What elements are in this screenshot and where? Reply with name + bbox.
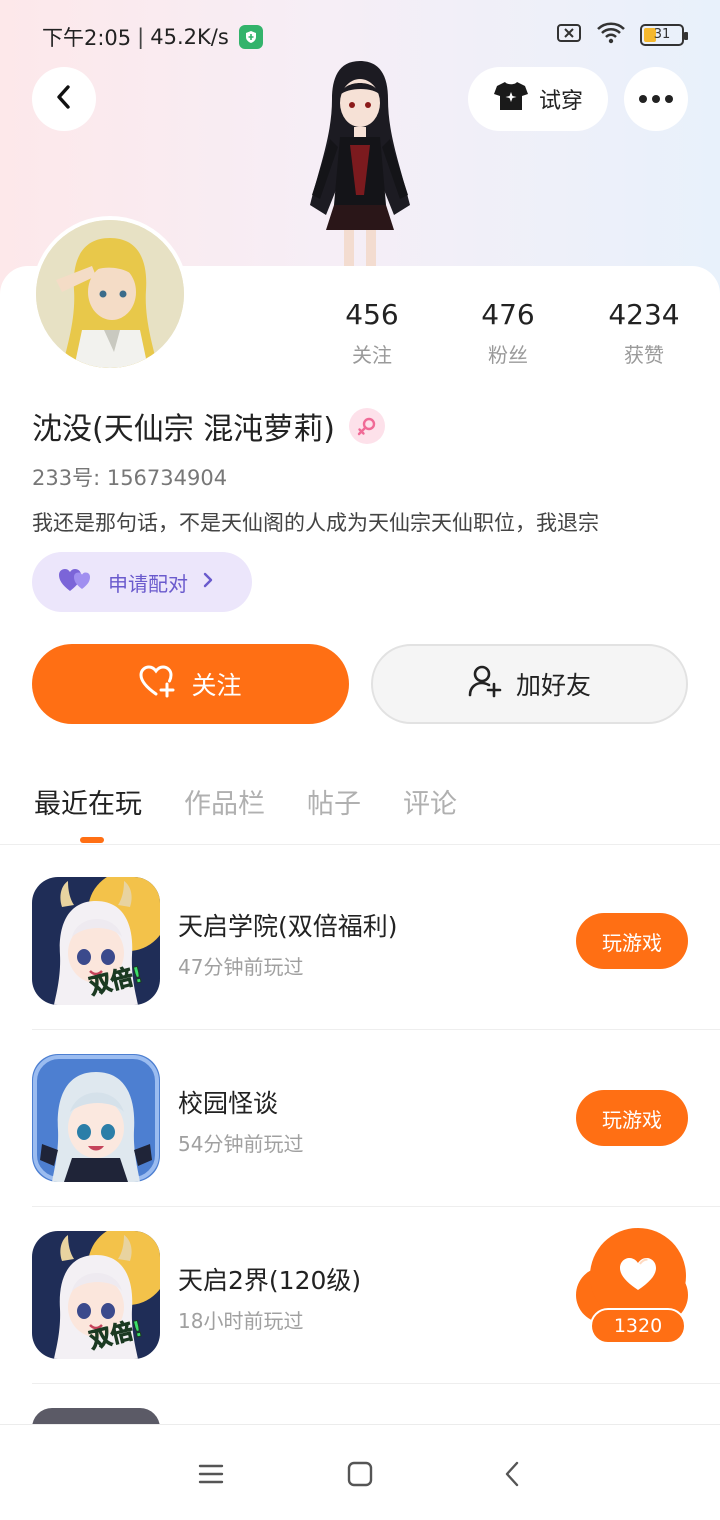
game-list-item[interactable]: 双倍! 天启2界(120级) 18小时前玩过 玩游戏	[32, 1231, 688, 1359]
game-last-played: 47分钟前玩过	[178, 955, 304, 979]
follow-label: 关注	[191, 671, 242, 700]
tshirt-icon	[493, 80, 529, 118]
battery-icon: 31	[640, 24, 688, 46]
game-icon[interactable]	[32, 1054, 160, 1182]
status-right: 31	[556, 22, 688, 48]
followers-label: 粉丝	[488, 343, 528, 367]
avatar[interactable]	[32, 216, 188, 372]
request-pair-button[interactable]: 申请配对	[32, 552, 252, 612]
tab-posts[interactable]: 帖子	[307, 782, 361, 821]
request-pair-label: 申请配对	[108, 571, 188, 596]
back-nav-icon[interactable]	[497, 1459, 527, 1489]
back-button[interactable]	[32, 67, 96, 131]
tab-works[interactable]: 作品栏	[184, 782, 265, 821]
profile-tabs: 最近在玩 作品栏 帖子 评论	[34, 782, 457, 821]
network-speed: 45.2K/s	[150, 25, 229, 49]
status-separator: |	[137, 25, 145, 49]
chevron-left-icon	[52, 83, 76, 115]
stat-followers[interactable]: 476 粉丝	[448, 298, 568, 368]
status-time: 下午2:05	[42, 26, 132, 50]
more-dot	[652, 95, 660, 103]
game-name: 天启2界(120级)	[178, 1266, 362, 1295]
tab-recently-played[interactable]: 最近在玩	[34, 782, 142, 821]
username: 沈没(天仙宗 混沌萝莉)	[32, 404, 385, 448]
followers-count: 476	[481, 298, 535, 331]
game-name: 天启学院(双倍福利)	[178, 912, 398, 941]
add-friend-label: 加好友	[515, 671, 591, 700]
stat-likes[interactable]: 4234 获赞	[584, 298, 704, 368]
play-game-button[interactable]: 玩游戏	[576, 913, 688, 969]
row-divider	[32, 1383, 720, 1384]
game-icon[interactable]: 双倍!	[32, 1231, 160, 1359]
following-label: 关注	[352, 343, 392, 367]
stat-following[interactable]: 456 关注	[312, 298, 432, 368]
game-list-item[interactable]: 校园怪谈 54分钟前玩过 玩游戏	[32, 1054, 688, 1182]
chevron-right-icon	[202, 570, 214, 594]
username-text: 沈没(天仙宗 混沌萝莉)	[32, 412, 335, 447]
game-list-item[interactable]: 双倍! 天启学院(双倍福利) 47分钟前玩过 玩游戏	[32, 877, 688, 1005]
game-last-played: 18小时前玩过	[178, 1309, 304, 1333]
likes-label: 获赞	[624, 343, 664, 367]
user-bio: 我还是那句话，不是天仙阁的人成为天仙宗天仙职位，我退宗	[32, 511, 599, 535]
more-options-button[interactable]	[624, 67, 688, 131]
menu-icon[interactable]	[196, 1459, 226, 1489]
user-id: 233号: 156734904	[32, 466, 228, 490]
heart-icon	[618, 1256, 658, 1296]
more-dot	[665, 95, 673, 103]
system-navigation-bar	[0, 1424, 720, 1520]
game-name: 校园怪谈	[178, 1089, 279, 1118]
female-icon	[348, 408, 385, 444]
tabs-divider	[0, 844, 720, 845]
home-icon[interactable]	[345, 1459, 375, 1489]
tab-comments[interactable]: 评论	[403, 782, 457, 821]
row-divider	[32, 1029, 720, 1030]
follow-button[interactable]: 关注	[32, 644, 349, 724]
battery-level: 31	[653, 27, 671, 42]
heart-plus-icon	[139, 664, 177, 704]
row-divider	[32, 1206, 720, 1207]
play-game-button[interactable]: 玩游戏	[576, 1090, 688, 1146]
try-on-label: 试穿	[538, 89, 583, 114]
wifi-icon	[596, 22, 626, 48]
add-friend-button[interactable]: 加好友	[371, 644, 688, 724]
user-plus-icon	[468, 664, 502, 704]
try-on-button[interactable]: 试穿	[468, 67, 608, 131]
sim-disabled-icon	[556, 23, 582, 47]
avatar-image	[36, 220, 184, 368]
likes-count: 4234	[608, 298, 680, 331]
more-dot	[639, 95, 647, 103]
game-last-played: 54分钟前玩过	[178, 1132, 304, 1156]
following-count: 456	[345, 298, 399, 331]
status-left: 下午2:05 | 45.2K/s	[42, 22, 263, 52]
active-tab-indicator	[80, 837, 104, 843]
avatar-character-illustration[interactable]	[290, 55, 430, 270]
like-count-badge: 1320	[590, 1308, 686, 1344]
double-heart-icon	[58, 567, 94, 598]
game-icon[interactable]: 双倍!	[32, 877, 160, 1005]
shield-icon	[238, 25, 263, 49]
